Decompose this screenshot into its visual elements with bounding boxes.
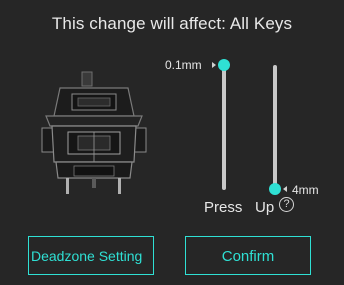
confirm-button[interactable]: Confirm xyxy=(185,236,311,275)
up-label: Up xyxy=(255,199,275,216)
press-slider-track[interactable] xyxy=(222,65,226,190)
up-slider-track[interactable] xyxy=(273,65,277,190)
press-pointer-icon xyxy=(212,62,216,68)
press-value-label: 0.1mm xyxy=(165,58,202,72)
up-pointer-icon xyxy=(283,186,287,192)
press-label: Press xyxy=(204,199,243,216)
up-slider-handle[interactable] xyxy=(269,183,281,195)
press-slider-handle[interactable] xyxy=(218,59,230,71)
deadzone-setting-button[interactable]: Deadzone Setting xyxy=(28,236,154,275)
affect-title: This change will affect: All Keys xyxy=(51,14,293,33)
help-icon[interactable]: ? xyxy=(279,197,294,212)
mechanical-switch-icon xyxy=(41,71,147,194)
up-value-label: 4mm xyxy=(292,183,319,197)
